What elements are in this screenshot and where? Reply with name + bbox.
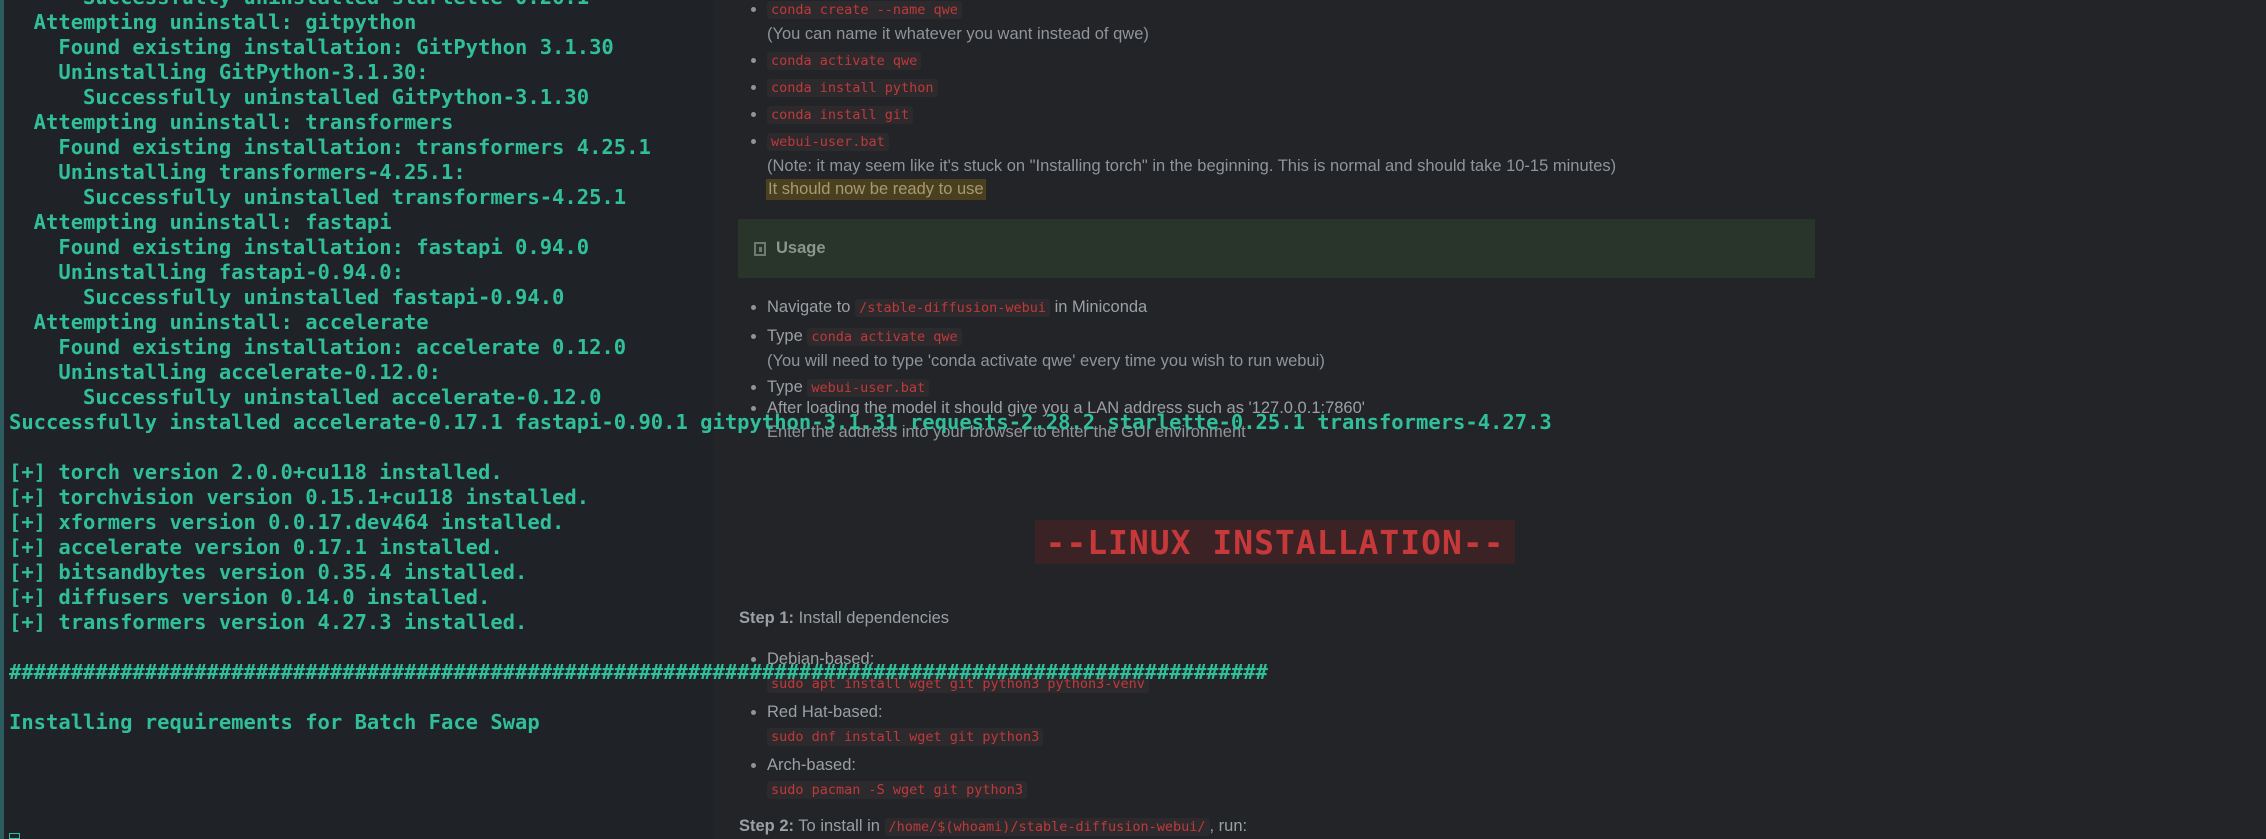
- deps-list-wrap: Debian-based:sudo apt install wget git p…: [739, 646, 1819, 801]
- terminal-line: Uninstalling accelerate-0.12.0:: [9, 360, 441, 384]
- terminal-line: Attempting uninstall: accelerate: [9, 310, 429, 334]
- step-2: Step 2: To install in /home/$(whoami)/st…: [739, 817, 1248, 836]
- terminal-line: Successfully uninstalled accelerate-0.12…: [9, 385, 602, 409]
- ready-note: It should now be ready to use: [766, 179, 986, 200]
- after-loading-text: After loading the model it should give y…: [767, 399, 1365, 417]
- terminal-line: Uninstalling transformers-4.25.1:: [9, 160, 466, 184]
- terminal-line: Installing requirements for Batch Face S…: [9, 710, 540, 734]
- usage-list: Navigate to /stable-diffusion-webui in M…: [739, 294, 1819, 443]
- terminal-line: [+] torch version 2.0.0+cu118 installed.: [9, 460, 503, 484]
- code-snippet: /home/$(whoami)/stable-diffusion-webui/: [884, 818, 1210, 836]
- code-snippet: sudo dnf install wget git python3: [767, 728, 1044, 746]
- step-1: Step 1: Install dependencies: [739, 609, 950, 627]
- code-snippet: conda create --name qwe: [767, 1, 962, 19]
- terminal-line: Found existing installation: fastapi 0.9…: [9, 235, 590, 259]
- linux-installation-heading: --LINUX INSTALLATION--: [1035, 520, 1515, 564]
- terminal-line: Found existing installation: GitPython 3…: [9, 35, 614, 59]
- terminal-line: [+] accelerate version 0.17.1 installed.: [9, 535, 503, 559]
- code-snippet: sudo apt install wget git python3 python…: [767, 675, 1149, 693]
- terminal-line: Uninstalling GitPython-3.1.30:: [9, 60, 429, 84]
- terminal-line: Found existing installation: accelerate …: [9, 335, 627, 359]
- terminal-line: Attempting uninstall: gitpython: [9, 10, 417, 34]
- terminal-line: Successfully uninstalled starlette-0.26.…: [9, 0, 589, 9]
- terminal-background: [0, 0, 713, 839]
- code-snippet: sudo pacman -S wget git python3: [767, 781, 1027, 799]
- list-item: Type conda activate qwe(You will need to…: [767, 323, 1819, 372]
- book-icon: [754, 241, 766, 256]
- code-snippet: conda activate qwe: [807, 328, 962, 346]
- terminal-line: Successfully uninstalled transformers-4.…: [9, 185, 627, 209]
- terminal-line: Found existing installation: transformer…: [9, 135, 651, 159]
- note-text: (Note: it may seem like it's stuck on "I…: [767, 157, 1617, 175]
- terminal-line: Attempting uninstall: fastapi: [9, 210, 392, 234]
- code-snippet: /stable-diffusion-webui: [855, 299, 1050, 317]
- note-text: (You can name it whatever you want inste…: [767, 25, 1149, 43]
- list-item: conda install git: [767, 101, 1767, 128]
- list-item: conda create --name qwe (You can name it …: [767, 0, 1767, 45]
- code-snippet: conda install git: [767, 106, 914, 124]
- webpage-viewport[interactable]: conda create --name qwe (You can name it …: [713, 0, 2266, 839]
- terminal-line: [+] transformers version 4.27.3 installe…: [9, 610, 528, 634]
- code-snippet: conda activate qwe: [767, 52, 922, 70]
- list-item: webui-user.bat (Note: it may seem like it…: [767, 128, 1767, 177]
- usage-list-wrap: Navigate to /stable-diffusion-webui in M…: [739, 294, 1819, 443]
- terminal-line: Uninstalling fastapi-0.94.0:: [9, 260, 404, 284]
- list-item: conda install python: [767, 74, 1767, 101]
- terminal-line: [+] bitsandbytes version 0.35.4 installe…: [9, 560, 528, 584]
- terminal-line: [+] diffusers version 0.14.0 installed.: [9, 585, 491, 609]
- list-item: Debian-based:sudo apt install wget git p…: [767, 646, 1819, 695]
- install-steps-list: conda create --name qwe (You can name it …: [739, 0, 1767, 177]
- note-text: (You will need to type 'conda activate q…: [767, 352, 1325, 370]
- list-item: After loading the model it should give y…: [767, 395, 1819, 443]
- usage-title: Usage: [776, 239, 826, 257]
- terminal-cursor: [9, 833, 20, 839]
- usage-section-header: Usage: [738, 219, 1815, 278]
- terminal-line: [+] torchvision version 0.15.1+cu118 ins…: [9, 485, 590, 509]
- terminal-line: Successfully uninstalled fastapi-0.94.0: [9, 285, 565, 309]
- terminal-line: Successfully uninstalled GitPython-3.1.3…: [9, 85, 590, 109]
- list-item: Arch-based:sudo pacman -S wget git pytho…: [767, 752, 1819, 801]
- list-item: conda activate qwe: [767, 47, 1767, 74]
- list-item: Red Hat-based:sudo dnf install wget git …: [767, 699, 1819, 748]
- deps-list: Debian-based:sudo apt install wget git p…: [739, 646, 1819, 801]
- terminal-line: Attempting uninstall: transformers: [9, 110, 454, 134]
- note-text: Enter the address into your browser to e…: [767, 423, 1246, 441]
- code-snippet: webui-user.bat: [767, 133, 889, 151]
- terminal-line: [+] xformers version 0.0.17.dev464 insta…: [9, 510, 565, 534]
- list-item: Navigate to /stable-diffusion-webui in M…: [767, 294, 1819, 321]
- code-snippet: conda install python: [767, 79, 938, 97]
